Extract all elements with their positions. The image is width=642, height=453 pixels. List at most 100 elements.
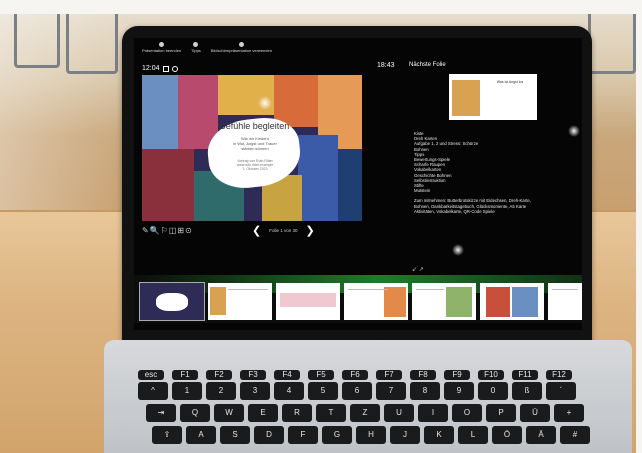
current-slide: Gefühle begleiten Wie wir Kindern in Wut… (142, 75, 362, 221)
key[interactable]: F1 (172, 370, 198, 380)
key[interactable]: F9 (444, 370, 470, 380)
thumb-text (228, 289, 268, 290)
key[interactable]: ß (512, 382, 542, 400)
key[interactable]: Ä (526, 426, 556, 444)
pen-tools[interactable]: ✎🔍⚐◫⊞⊙ (142, 226, 193, 235)
key[interactable]: + (554, 404, 584, 422)
key[interactable]: esc (138, 370, 164, 380)
next-slide-icon[interactable]: ❯ (306, 224, 315, 237)
chair (588, 8, 636, 74)
key[interactable]: S (220, 426, 250, 444)
key[interactable]: L (458, 426, 488, 444)
key[interactable]: Ö (492, 426, 522, 444)
key[interactable]: 9 (444, 382, 474, 400)
stop-icon (159, 42, 165, 47)
key[interactable]: F6 (342, 370, 368, 380)
speaker-notes: Kiste Dreh Karten Aufgabe 1, 2 und Stres… (414, 131, 574, 214)
key[interactable]: J (390, 426, 420, 444)
elapsed-timer: 12:04 (142, 65, 178, 72)
key[interactable]: 2 (206, 382, 236, 400)
thumb-text (416, 289, 444, 290)
key[interactable]: 5 (308, 382, 338, 400)
pause-icon[interactable] (162, 65, 169, 72)
key[interactable]: A (186, 426, 216, 444)
key[interactable]: 3 (240, 382, 270, 400)
key[interactable]: E (248, 404, 278, 422)
photo-border (0, 0, 642, 14)
light-glare (568, 125, 580, 137)
slide-thumbnail[interactable] (139, 282, 205, 321)
key[interactable]: ^ (138, 382, 168, 400)
key[interactable]: 1 (172, 382, 202, 400)
key[interactable]: F (288, 426, 318, 444)
slide-thumbnail[interactable] (480, 283, 544, 320)
key[interactable]: # (560, 426, 590, 444)
thumb-art (156, 293, 188, 311)
keyboard: esc F1 F2 F3 F4 F5 F6 F7 F8 F9 F10 F11 F12 ^ 1 2 3 4 5 6 7 8 9… (138, 358, 598, 453)
key[interactable]: O (452, 404, 482, 422)
key[interactable]: Z (350, 404, 380, 422)
next-slide-preview[interactable]: Was ist Angst los (449, 74, 537, 120)
clock: 18:43 (377, 62, 395, 69)
key[interactable]: 4 (274, 382, 304, 400)
key[interactable]: G (322, 426, 352, 444)
key[interactable]: R (282, 404, 312, 422)
key[interactable]: I (418, 404, 448, 422)
tips-icon (193, 42, 199, 47)
key[interactable]: F10 (478, 370, 504, 380)
presenter-toolbar: Präsentation beenden Tipps Bildschirmprä… (142, 42, 272, 53)
thumb-art (280, 293, 336, 307)
slide-thumbnail[interactable] (276, 283, 340, 320)
key[interactable]: 8 (410, 382, 440, 400)
slide-subtitle: Wie wir Kindern in Wut, Angst und Trauer… (233, 136, 277, 151)
thumb-text (552, 289, 578, 290)
key[interactable]: T (316, 404, 346, 422)
display-icon (238, 42, 244, 47)
key[interactable]: F5 (308, 370, 334, 380)
laptop-screen: Präsentation beenden Tipps Bildschirmprä… (134, 38, 582, 330)
key[interactable]: H (356, 426, 386, 444)
resize-handle-icon[interactable]: ↙ ↗ (412, 266, 424, 273)
slide-thumbnail[interactable] (208, 283, 272, 320)
key[interactable]: F4 (274, 370, 300, 380)
thumb-text (348, 289, 388, 290)
slide-thumbnail[interactable] (548, 283, 582, 320)
key[interactable]: F11 (512, 370, 538, 380)
thumb-art (486, 287, 510, 317)
key[interactable]: F8 (410, 370, 436, 380)
key[interactable]: F3 (240, 370, 266, 380)
key[interactable]: K (424, 426, 454, 444)
reset-timer-icon[interactable] (171, 65, 178, 72)
slide-art-panel (298, 135, 338, 221)
key[interactable]: ⇥ (146, 404, 176, 422)
slide-pager: ❮ Folie 1 von 30 ❯ (252, 224, 315, 237)
key[interactable]: F12 (546, 370, 572, 380)
light-glare (452, 244, 464, 256)
slide-art-panel (142, 149, 194, 221)
key[interactable]: U (384, 404, 414, 422)
next-slide-title: Was ist Angst los (496, 80, 524, 84)
key[interactable]: Ü (520, 404, 550, 422)
key[interactable]: W (214, 404, 244, 422)
chair (66, 6, 118, 74)
key[interactable]: 6 (342, 382, 372, 400)
key[interactable]: ´ (546, 382, 576, 400)
slide-thumbnail[interactable] (344, 283, 408, 320)
key[interactable]: P (486, 404, 516, 422)
key[interactable]: D (254, 426, 284, 444)
slide-thumbnail-strip (134, 275, 582, 323)
thumb-art (446, 287, 472, 317)
slide-thumbnail[interactable] (412, 283, 476, 320)
photo-border (636, 0, 642, 453)
previous-slide-icon[interactable]: ❮ (252, 224, 261, 237)
photo: Präsentation beenden Tipps Bildschirmprä… (0, 0, 642, 453)
key[interactable]: ⇪ (152, 426, 182, 444)
end-presentation-button[interactable]: Präsentation beenden (142, 42, 181, 53)
tips-button[interactable]: Tipps (191, 42, 201, 53)
display-settings-button[interactable]: Bildschirmpräsentation verwenden (211, 42, 272, 53)
key[interactable]: 0 (478, 382, 508, 400)
key[interactable]: F7 (376, 370, 402, 380)
key[interactable]: 7 (376, 382, 406, 400)
key[interactable]: F2 (206, 370, 232, 380)
key[interactable]: Q (180, 404, 210, 422)
